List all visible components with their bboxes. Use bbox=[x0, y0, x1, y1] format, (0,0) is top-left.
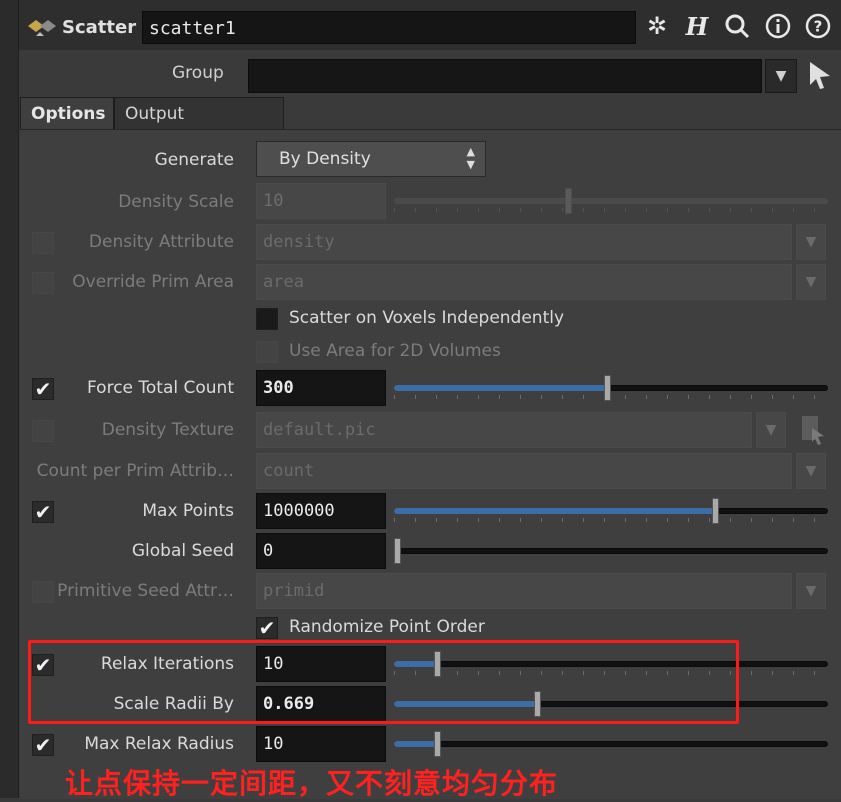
info-icon[interactable] bbox=[764, 12, 792, 40]
left-pane-edge bbox=[0, 0, 19, 798]
annotation-caption: 让点保持一定间距，又不刻意均匀分布 bbox=[65, 767, 559, 800]
override-prim-area-dropdown[interactable]: ▼ bbox=[796, 264, 826, 300]
override-prim-area-field[interactable]: area bbox=[256, 264, 792, 300]
tab-output-attributes[interactable]: Output Attributes bbox=[114, 97, 284, 156]
group-dropdown-button[interactable]: ▼ bbox=[765, 59, 797, 93]
file-chooser-icon[interactable] bbox=[800, 414, 826, 446]
force-total-count-slider[interactable] bbox=[394, 375, 828, 401]
select-arrow-icon[interactable] bbox=[806, 58, 834, 92]
randomize-order-checkbox[interactable]: ✔ bbox=[256, 616, 278, 640]
slider-knob[interactable] bbox=[603, 375, 611, 401]
use-area-2d-label: Use Area for 2D Volumes bbox=[289, 341, 501, 361]
global-seed-field[interactable]: 0 bbox=[256, 533, 386, 569]
help-icon[interactable]: ? bbox=[804, 12, 832, 40]
count-per-prim-label: Count per Prim Attrib… bbox=[36, 461, 234, 481]
density-attribute-field[interactable]: density bbox=[256, 224, 792, 260]
force-total-count-label: Force Total Count bbox=[87, 378, 234, 398]
max-relax-radius-field[interactable]: 10 bbox=[256, 726, 386, 762]
slider-knob[interactable] bbox=[394, 538, 401, 564]
density-attribute-label: Density Attribute bbox=[88, 232, 234, 252]
randomize-order-label: Randomize Point Order bbox=[289, 617, 485, 637]
global-seed-label: Global Seed bbox=[131, 541, 234, 561]
density-scale-label: Density Scale bbox=[118, 192, 234, 212]
highlight-box bbox=[28, 640, 739, 724]
max-points-label: Max Points bbox=[142, 501, 234, 521]
generate-menu[interactable]: By Density ▲ ▼ bbox=[256, 141, 486, 177]
density-texture-dropdown[interactable]: ▼ bbox=[756, 412, 786, 448]
max-points-slider[interactable] bbox=[394, 498, 828, 524]
node-name-field[interactable]: scatter1 bbox=[142, 11, 636, 44]
force-total-count-field[interactable]: 300 bbox=[256, 370, 386, 406]
max-relax-radius-label: Max Relax Radius bbox=[84, 734, 234, 754]
scatter-node-icon[interactable] bbox=[26, 16, 60, 36]
primitive-seed-dropdown[interactable]: ▼ bbox=[796, 573, 826, 609]
use-area-2d-checkbox[interactable] bbox=[256, 341, 278, 363]
menu-arrows-icon: ▲ ▼ bbox=[466, 145, 475, 171]
override-prim-area-label: Override Prim Area bbox=[72, 272, 234, 292]
group-label: Group bbox=[172, 63, 224, 83]
density-attribute-dropdown[interactable]: ▼ bbox=[796, 224, 826, 260]
density-texture-field[interactable]: default.pic bbox=[256, 412, 752, 448]
scatter-voxels-label: Scatter on Voxels Independently bbox=[289, 308, 565, 328]
global-seed-slider[interactable] bbox=[394, 538, 828, 564]
count-per-prim-field[interactable]: count bbox=[256, 453, 792, 489]
node-type-label: Scatter bbox=[62, 17, 137, 38]
slider-knob[interactable] bbox=[564, 188, 572, 214]
scatter-voxels-checkbox[interactable] bbox=[256, 308, 278, 330]
group-field[interactable] bbox=[248, 59, 762, 93]
density-scale-field[interactable]: 10 bbox=[256, 183, 386, 219]
svg-text:?: ? bbox=[814, 18, 823, 36]
slider-knob[interactable] bbox=[712, 498, 720, 524]
density-texture-label: Density Texture bbox=[101, 420, 234, 440]
search-icon[interactable] bbox=[723, 12, 751, 40]
max-relax-radius-slider[interactable] bbox=[394, 731, 828, 757]
generate-menu-value: By Density bbox=[279, 149, 371, 169]
houdini-help-icon[interactable]: H bbox=[683, 12, 711, 41]
slider-knob[interactable] bbox=[434, 731, 442, 757]
gear-icon[interactable]: ✲ bbox=[643, 12, 671, 40]
primitive-seed-label: Primitive Seed Attr… bbox=[57, 581, 234, 601]
density-scale-slider[interactable] bbox=[394, 188, 828, 214]
tab-options[interactable]: Options bbox=[20, 97, 114, 129]
primitive-seed-field[interactable]: primid bbox=[256, 573, 792, 609]
generate-label: Generate bbox=[154, 150, 234, 170]
count-per-prim-dropdown[interactable]: ▼ bbox=[796, 453, 826, 489]
max-points-field[interactable]: 1000000 bbox=[256, 493, 386, 529]
